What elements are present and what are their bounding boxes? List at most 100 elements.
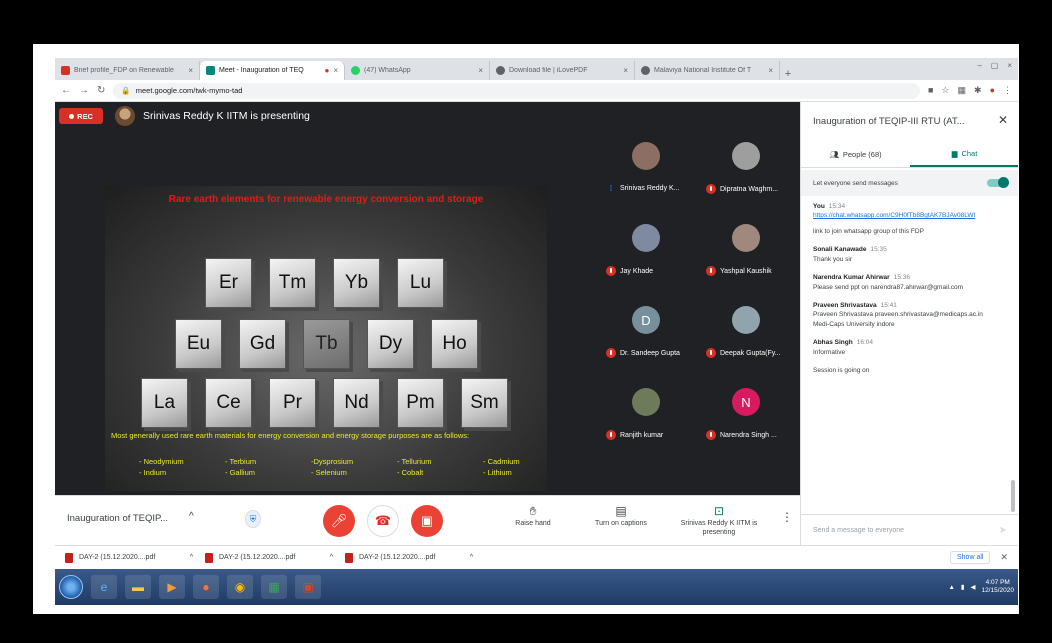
slide-materials-list: - Neodymium - Terbium -Dysprosium - Tell… xyxy=(111,457,541,477)
close-icon[interactable]: ✕ xyxy=(998,113,1008,127)
participant-tile[interactable]: Dipratna Waghm... xyxy=(702,132,798,210)
participant-tile[interactable]: Yashpal Kaushik xyxy=(702,214,798,292)
download-item[interactable]: DAY-2 (15.12.2020....pdf ^ xyxy=(345,552,485,563)
captions-icon: ▤ xyxy=(615,504,627,518)
minimize-icon[interactable]: – xyxy=(977,61,981,70)
browser-tab-meet[interactable]: Meet - Inauguration of TEQ ● × xyxy=(200,61,345,80)
powerpoint-icon[interactable]: ▣ xyxy=(295,575,321,599)
avatar xyxy=(632,142,660,170)
meeting-details-button[interactable]: Inauguration of TEQIP... xyxy=(67,513,168,524)
puzzle-icon[interactable]: ✱ xyxy=(974,85,982,96)
more-options-icon[interactable]: ⋮ xyxy=(781,510,793,524)
close-window-icon[interactable]: × xyxy=(1007,61,1012,70)
camera-toggle-button[interactable]: ▣ xyxy=(411,505,443,537)
close-icon[interactable]: × xyxy=(188,66,193,75)
media-player-icon[interactable]: ▶ xyxy=(159,575,185,599)
present-screen-icon: ⊡ xyxy=(713,504,725,518)
show-all-button[interactable]: Show all xyxy=(949,551,991,564)
chat-scrollbar[interactable] xyxy=(1011,480,1015,512)
participant-name: Dipratna Waghm... xyxy=(720,185,779,193)
photo-frame: Brief profile_FDP on Renewable × Meet - … xyxy=(0,0,1052,643)
whatsapp-icon xyxy=(351,66,360,75)
participant-tile[interactable]: Ranjith kumar xyxy=(602,378,698,456)
message-link[interactable]: https://chat.whatsapp.com/C9H0fTb8BgtAK7… xyxy=(813,211,999,220)
tab-label: (47) WhatsApp xyxy=(364,67,411,74)
excel-icon[interactable]: ▦ xyxy=(261,575,287,599)
browser-tab-mnit[interactable]: Malaviya National Institute Of T × xyxy=(635,61,780,80)
mic-off-icon xyxy=(706,348,716,358)
browser-tab-ilovepdf[interactable]: Download file | iLovePDF × xyxy=(490,61,635,80)
send-messages-toggle[interactable] xyxy=(987,177,1009,188)
maximize-icon[interactable]: ▢ xyxy=(991,61,999,70)
chat-input[interactable]: Send a message to everyone ➤ xyxy=(801,514,1018,545)
mic-toggle-button[interactable]: 🎤︎ xyxy=(323,505,355,537)
network-icon[interactable]: ▮ xyxy=(961,583,965,591)
volume-icon[interactable]: ◀ xyxy=(970,583,975,591)
forward-icon[interactable]: → xyxy=(79,85,89,96)
tray-arrow-icon[interactable]: ▲ xyxy=(948,584,954,591)
mic-off-icon xyxy=(606,430,616,440)
globe-icon xyxy=(641,66,650,75)
host-controls-icon[interactable]: ⛨ xyxy=(245,510,261,528)
tab-people[interactable]: 👥︎ People (68) xyxy=(801,142,910,167)
presenting-button[interactable]: ⊡ Srinivas Reddy K IITM is presenting xyxy=(669,504,769,538)
star-icon[interactable]: ☆ xyxy=(941,85,949,96)
chrome-icon[interactable]: ◉ xyxy=(227,575,253,599)
back-icon[interactable]: ← xyxy=(61,85,71,96)
chat-message: Narendra Kumar Ahirwar 15:36 Please send … xyxy=(801,273,1011,292)
participant-tile[interactable]: Deepak Gupta(Fy... xyxy=(702,296,798,374)
leave-call-button[interactable]: ☎︎ xyxy=(367,505,399,537)
clock[interactable]: 4:07 PM 12/15/2020 xyxy=(981,579,1014,596)
chat-message: Abhas Singh 16:04 Informative xyxy=(801,338,1011,357)
download-item[interactable]: DAY-2 (15.12.2020....pdf ^ xyxy=(65,552,205,563)
chevron-up-icon[interactable]: ^ xyxy=(470,554,473,561)
element-tile: Ho xyxy=(431,319,478,369)
participant-grid: ⁞ Srinivas Reddy K... Dipratna Waghm... xyxy=(600,132,800,495)
chevron-up-icon[interactable]: ^ xyxy=(190,554,193,561)
people-icon: 👥︎ xyxy=(829,150,839,159)
participant-tile[interactable]: D Dr. Sandeep Gupta xyxy=(602,296,698,374)
reload-icon[interactable]: ↻ xyxy=(97,85,105,96)
tab-people-label: People (68) xyxy=(842,150,882,159)
firefox-icon[interactable]: ● xyxy=(193,575,219,599)
close-icon[interactable]: × xyxy=(333,66,338,75)
new-tab-button[interactable]: + xyxy=(780,68,796,80)
pdf-file-icon xyxy=(345,552,353,563)
browser-tab-whatsapp[interactable]: (47) WhatsApp × xyxy=(345,61,490,80)
participant-tile[interactable]: Jay Khade xyxy=(602,214,698,292)
close-icon[interactable]: ✕ xyxy=(1000,552,1008,563)
raise-hand-button[interactable]: ✋︎ Raise hand xyxy=(493,504,573,529)
raise-hand-label: Raise hand xyxy=(515,520,551,527)
windows-taskbar: e ▬ ▶ ● ◉ ▦ ▣ ▲ ▮ ◀ 4:07 PM 12/15/2020 xyxy=(55,569,1018,605)
element-tile: Lu xyxy=(397,258,444,308)
folder-icon[interactable]: ▬ xyxy=(125,575,151,599)
download-item[interactable]: DAY-2 (15.12.2020....pdf ^ xyxy=(205,552,345,563)
menu-icon[interactable]: ⋮ xyxy=(1003,85,1012,96)
close-icon[interactable]: × xyxy=(623,66,628,75)
start-button[interactable] xyxy=(59,575,83,599)
rec-dot-icon xyxy=(69,113,75,119)
message-time: 15:35 xyxy=(870,246,887,254)
close-icon[interactable]: × xyxy=(768,66,773,75)
avatar-icon[interactable]: ● xyxy=(990,85,995,96)
camera-icon[interactable]: ■ xyxy=(928,85,933,96)
send-icon[interactable]: ➤ xyxy=(999,525,1007,536)
list-item: - Lithium xyxy=(483,468,512,477)
url-text: meet.google.com/twk-mymo-tad xyxy=(135,86,243,95)
captions-button[interactable]: ▤ Turn on captions xyxy=(581,504,661,529)
list-item: - Cobalt xyxy=(397,468,424,477)
extensions-icon[interactable]: ▦ xyxy=(958,85,967,96)
recording-dot-icon: ● xyxy=(324,66,330,75)
participant-tile[interactable]: N Narendra Singh ... xyxy=(702,378,798,456)
tab-chat[interactable]: ▆ Chat xyxy=(910,142,1018,167)
browser-tab-gmail[interactable]: Brief profile_FDP on Renewable × xyxy=(55,61,200,80)
participant-name: Deepak Gupta(Fy... xyxy=(720,349,781,357)
close-icon[interactable]: × xyxy=(478,66,483,75)
url-field[interactable]: 🔒 meet.google.com/twk-mymo-tad xyxy=(113,82,920,99)
chevron-up-icon[interactable]: ^ xyxy=(189,511,194,522)
chevron-up-icon[interactable]: ^ xyxy=(330,554,333,561)
tab-label: Brief profile_FDP on Renewable xyxy=(74,67,174,74)
ie-icon[interactable]: e xyxy=(91,575,117,599)
participant-tile[interactable]: ⁞ Srinivas Reddy K... xyxy=(602,132,698,210)
pdf-file-icon xyxy=(205,552,213,563)
